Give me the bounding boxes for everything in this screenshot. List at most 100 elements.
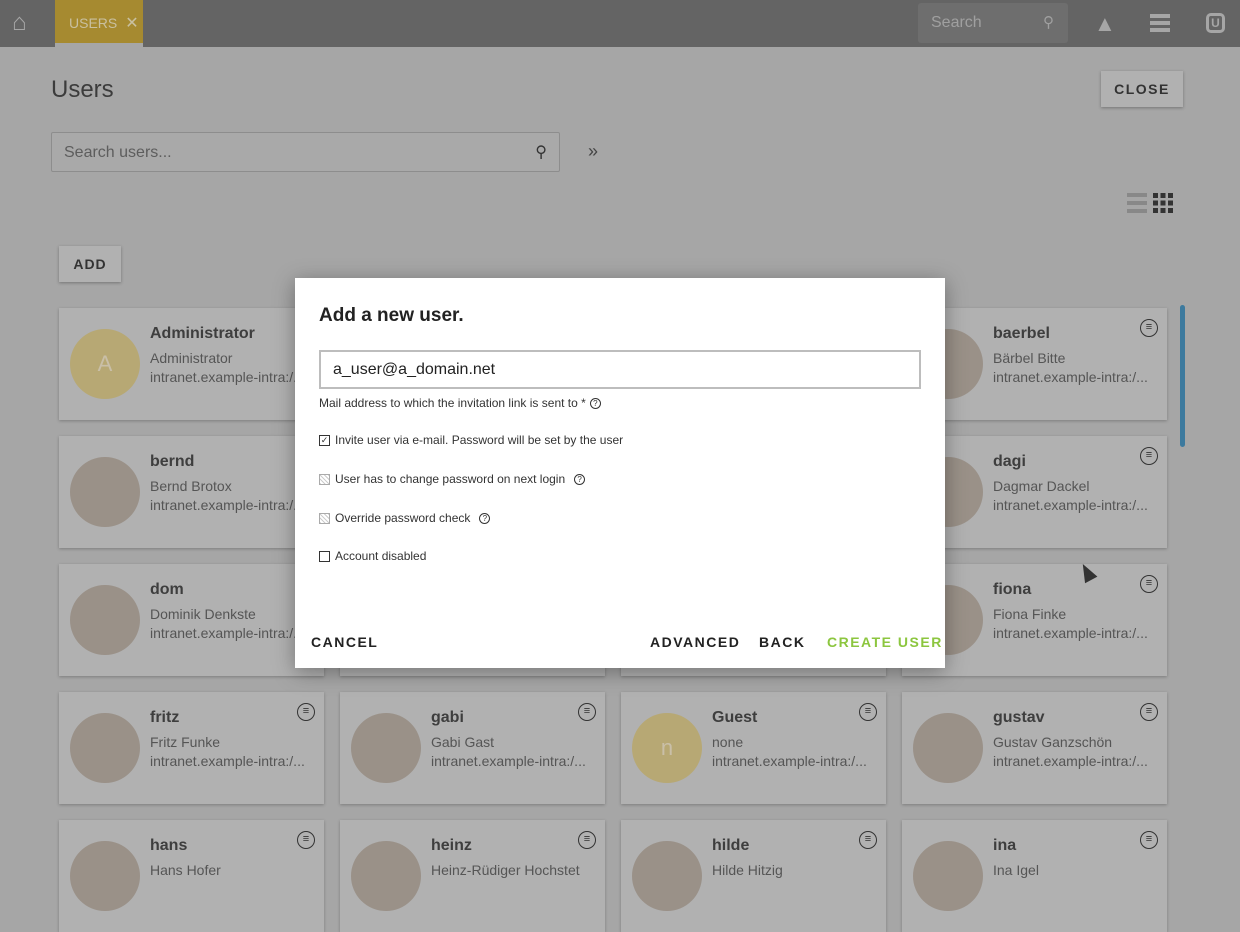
option-label: User has to change password on next logi… (335, 472, 566, 486)
avatar (351, 713, 421, 783)
card-menu-icon[interactable]: ≡ (1140, 703, 1158, 721)
avatar (70, 841, 140, 911)
user-name: fiona (993, 581, 1032, 598)
user-name: dom (150, 581, 184, 598)
tab-users[interactable]: USERS ✕ (55, 0, 143, 47)
user-card[interactable]: heinz Heinz-Rüdiger Hochstet ≡ (340, 820, 605, 932)
search-icon[interactable]: ⚲ (1043, 3, 1054, 43)
user-name: hans (150, 837, 188, 854)
card-menu-icon[interactable]: ≡ (859, 703, 877, 721)
checkbox[interactable] (319, 473, 330, 485)
user-menu-icon[interactable]: U (1206, 13, 1225, 33)
user-card[interactable]: bernd Bernd Brotox intranet.example-intr… (59, 436, 324, 548)
user-card[interactable]: gabi Gabi Gast intranet.example-intra:/.… (340, 692, 605, 804)
card-menu-icon[interactable]: ≡ (859, 831, 877, 849)
user-full-name: Gustav Ganzschön (993, 734, 1113, 750)
user-card[interactable]: hans Hans Hofer ≡ (59, 820, 324, 932)
user-url: intranet.example-intra:/... (150, 497, 305, 513)
card-menu-icon[interactable]: ≡ (1140, 831, 1158, 849)
option-label: Account disabled (335, 549, 427, 563)
cancel-button[interactable]: CANCEL (311, 634, 378, 650)
advanced-button[interactable]: ADVANCED (650, 634, 740, 650)
card-menu-icon[interactable]: ≡ (1140, 447, 1158, 465)
option-checkbox[interactable]: ✓ Invite user via e-mail. Password will b… (319, 433, 623, 447)
user-name: fritz (150, 709, 180, 726)
card-menu-icon[interactable]: ≡ (578, 831, 596, 849)
checkbox[interactable]: ✓ (319, 434, 330, 446)
user-url: intranet.example-intra:/... (150, 753, 305, 769)
user-name: Guest (712, 709, 758, 726)
close-tab-icon[interactable]: ✕ (125, 15, 138, 32)
user-card[interactable]: gustav Gustav Ganzschön intranet.example… (902, 692, 1167, 804)
dialog-title: Add a new user. (319, 305, 464, 326)
user-name: gabi (431, 709, 464, 726)
user-url: intranet.example-intra:/... (993, 753, 1148, 769)
user-card[interactable]: dom Dominik Denkste intranet.example-int… (59, 564, 324, 676)
user-full-name: Gabi Gast (431, 734, 495, 750)
user-full-name: Fritz Funke (150, 734, 221, 750)
user-name: hilde (712, 837, 750, 854)
add-button[interactable]: ADD (59, 246, 121, 282)
home-icon[interactable]: ⌂ (12, 10, 40, 36)
user-full-name: Bernd Brotox (150, 478, 232, 494)
email-hint: Mail address to which the invitation lin… (319, 396, 601, 410)
email-field[interactable] (319, 350, 921, 389)
user-card[interactable]: n Guest none intranet.example-intra:/...… (621, 692, 886, 804)
card-menu-icon[interactable]: ≡ (1140, 575, 1158, 593)
bell-icon[interactable]: ▲ (1094, 11, 1116, 37)
user-full-name: Ina Igel (993, 862, 1039, 878)
user-full-name: Hilde Hitzig (712, 862, 783, 878)
user-card[interactable]: ina Ina Igel ≡ (902, 820, 1167, 932)
user-url: intranet.example-intra:/... (150, 369, 305, 385)
add-user-dialog: Add a new user. Mail address to which th… (295, 278, 945, 668)
option-label: Invite user via e-mail. Password will be… (335, 433, 624, 447)
page-title: Users (51, 76, 114, 103)
checkbox[interactable] (319, 512, 330, 524)
user-full-name: Fiona Finke (993, 606, 1067, 622)
card-menu-icon[interactable]: ≡ (578, 703, 596, 721)
option-checkbox[interactable]: Account disabled (319, 549, 426, 563)
help-icon[interactable]: ? (479, 512, 491, 524)
card-menu-icon[interactable]: ≡ (297, 831, 315, 849)
user-url: intranet.example-intra:/... (993, 369, 1148, 385)
user-search-input[interactable]: Search users... ⚲ (51, 132, 560, 172)
user-url: intranet.example-intra:/... (712, 753, 867, 769)
option-checkbox[interactable]: Override password check? (319, 511, 491, 525)
list-view-icon[interactable] (1127, 193, 1147, 213)
grid-view-icon[interactable] (1153, 193, 1173, 213)
scrollbar[interactable] (1180, 305, 1185, 447)
user-full-name: none (712, 734, 744, 750)
user-url: intranet.example-intra:/... (150, 625, 305, 641)
user-url: intranet.example-intra:/... (993, 625, 1148, 641)
user-card[interactable]: hilde Hilde Hitzig ≡ (621, 820, 886, 932)
user-card[interactable]: fritz Fritz Funke intranet.example-intra… (59, 692, 324, 804)
expand-icon[interactable]: » (588, 141, 598, 162)
user-full-name: Bärbel Bitte (993, 350, 1066, 366)
avatar: n (632, 713, 702, 783)
checkbox[interactable] (319, 550, 330, 562)
menu-icon[interactable] (1150, 14, 1170, 32)
help-icon[interactable]: ? (589, 398, 601, 409)
close-button[interactable]: CLOSE (1101, 71, 1183, 107)
card-menu-icon[interactable]: ≡ (1140, 319, 1158, 337)
user-name: bernd (150, 453, 195, 470)
search-icon[interactable]: ⚲ (535, 142, 547, 162)
user-url: intranet.example-intra:/... (993, 497, 1148, 513)
create-user-button[interactable]: CREATE USER (827, 634, 943, 650)
help-icon[interactable]: ? (574, 473, 586, 485)
user-name: ina (993, 837, 1017, 854)
option-checkbox[interactable]: User has to change password on next logi… (319, 472, 586, 486)
global-search-input[interactable]: Search ⚲ (918, 3, 1068, 43)
user-name: Administrator (150, 325, 255, 342)
card-menu-icon[interactable]: ≡ (297, 703, 315, 721)
back-button[interactable]: BACK (759, 634, 805, 650)
option-label: Override password check (335, 511, 471, 525)
user-name: gustav (993, 709, 1045, 726)
user-full-name: Dominik Denkste (150, 606, 256, 622)
user-url: intranet.example-intra:/... (431, 753, 586, 769)
user-card[interactable]: A Administrator Administrator intranet.e… (59, 308, 324, 420)
user-name: heinz (431, 837, 472, 854)
avatar (70, 713, 140, 783)
avatar (70, 457, 140, 527)
avatar: A (70, 329, 140, 399)
